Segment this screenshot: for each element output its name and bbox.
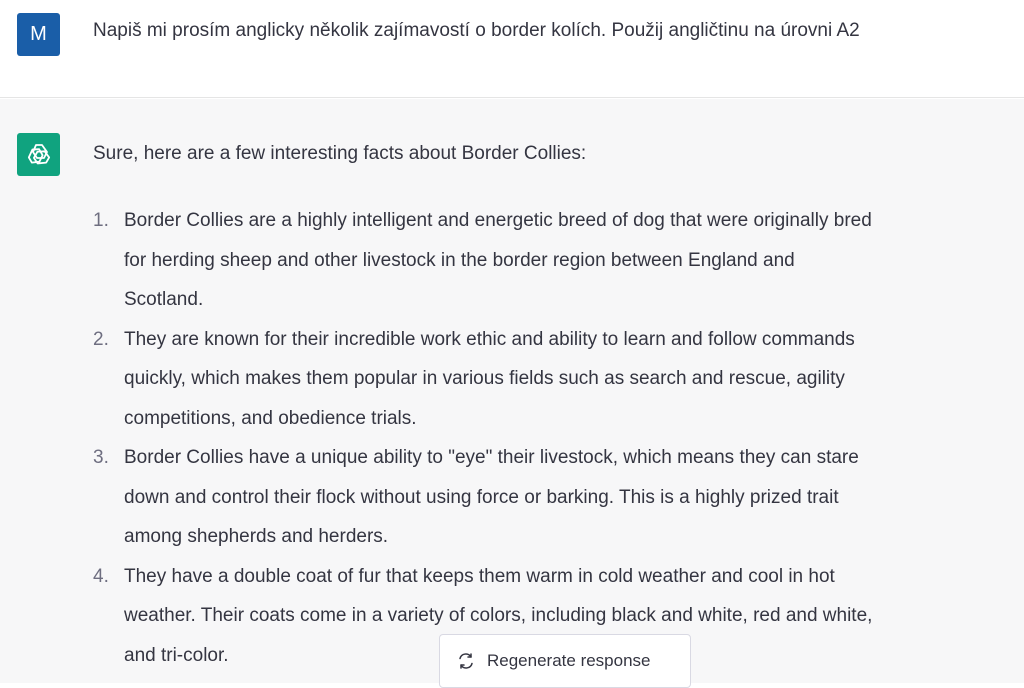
list-item-line: quickly, which makes them popular in var… [124,368,845,389]
list-item-number: 2. [93,328,109,350]
assistant-intro-text: Sure, here are a few interesting facts a… [93,143,587,164]
list-item-line: They have a double coat of fur that keep… [124,565,835,587]
list-item-line: Scotland. [124,289,204,310]
list-item-number: 3. [93,447,109,468]
list-item-line: Border Collies have a unique ability to … [124,447,859,468]
list-item-line: Border Collies are a highly intelligent … [124,210,872,231]
list-item: 2. They are known for their incredible w… [93,320,1023,439]
regenerate-label: Regenerate response [487,651,651,670]
list-item: 3. Border Collies have a unique ability … [93,438,1023,557]
list-item-line: competitions, and obedience trials. [124,407,417,429]
regenerate-response-button[interactable]: Regenerate response [439,634,691,688]
list-item-number: 1. [93,210,109,231]
user-message-text: Napiš mi prosím anglicky několik zajímav… [93,20,860,41]
assistant-message-row: Sure, here are a few interesting facts a… [0,99,1024,683]
list-item-line: for herding sheep and other livestock in… [124,249,795,271]
user-avatar: M [17,13,60,56]
refresh-icon [457,652,475,670]
list-item: 1. Border Collies are a highly intellige… [93,201,1023,320]
list-item-line: weather. Their coats come in a variety o… [124,605,873,626]
facts-list: 1. Border Collies are a highly intellige… [93,201,1023,675]
user-message-row: M Napiš mi prosím anglicky několik zajím… [0,0,1024,98]
assistant-avatar [17,133,60,176]
list-item-line: among shepherds and herders. [124,526,389,547]
list-item-number: 4. [93,565,109,587]
list-item-line: down and control their flock without usi… [124,486,839,508]
openai-logo-icon [27,143,50,164]
list-item-line: They are known for their incredible work… [124,328,855,350]
